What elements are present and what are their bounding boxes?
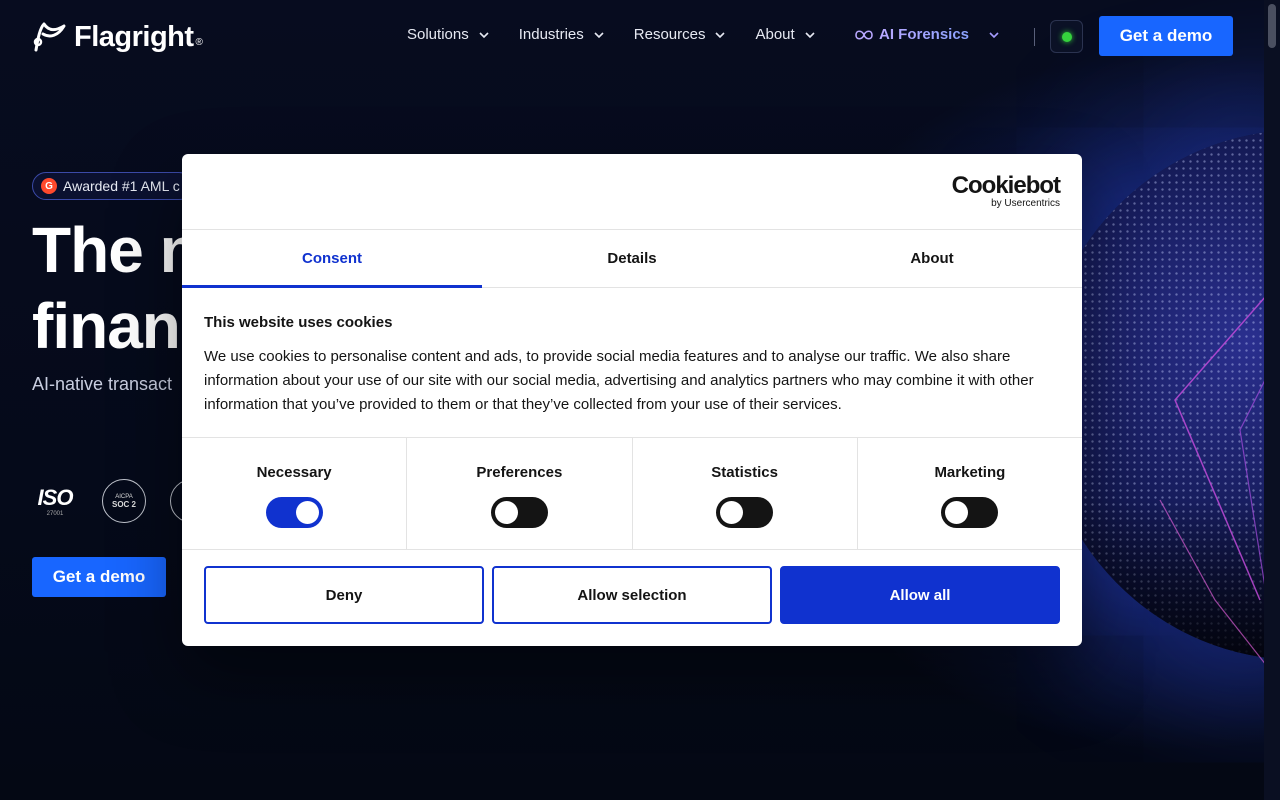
deny-button[interactable]: Deny xyxy=(204,566,484,624)
soc2-badge: AICPA SOC 2 xyxy=(102,479,146,523)
ai-forensics-label: AI Forensics xyxy=(879,26,970,43)
category-label: Necessary xyxy=(256,464,332,481)
iso-year: 27001 xyxy=(46,511,64,517)
nav-label: Resources xyxy=(633,26,706,43)
nav-industries[interactable]: Industries xyxy=(519,26,604,43)
g2-icon: G xyxy=(41,178,57,194)
tab-consent[interactable]: Consent xyxy=(182,230,482,288)
iso-certification-badge: ISO 27001 xyxy=(32,478,78,524)
category-label: Marketing xyxy=(934,464,1006,481)
consent-categories: Necessary Preferences Statistics Marketi… xyxy=(182,438,1082,550)
brand-logo[interactable]: Flagright ® xyxy=(32,20,203,54)
infinity-icon xyxy=(855,29,873,40)
necessary-toggle[interactable] xyxy=(265,497,323,528)
system-status-indicator[interactable] xyxy=(1050,20,1083,53)
hero-title-line-2: finan xyxy=(32,290,181,362)
marketing-toggle[interactable] xyxy=(941,497,999,528)
category-label: Preferences xyxy=(476,464,563,481)
toggle-knob xyxy=(720,501,744,524)
category-necessary: Necessary xyxy=(182,438,408,549)
get-demo-button-header[interactable]: Get a demo xyxy=(1099,16,1233,56)
brand-name: Flagright xyxy=(74,20,194,53)
cookiebot-name: Cookiebot xyxy=(951,172,1061,199)
hero-title-line-1: The n xyxy=(32,214,199,286)
page-scrollbar[interactable] xyxy=(1264,0,1280,800)
chevron-down-icon xyxy=(715,31,726,38)
nav-label: About xyxy=(755,26,795,43)
tab-details[interactable]: Details xyxy=(482,230,782,287)
dialog-actions: Deny Allow selection Allow all xyxy=(182,550,1082,640)
iso-label: ISO xyxy=(37,485,74,510)
toggle-knob xyxy=(295,501,319,524)
main-nav: Solutions Industries Resources About xyxy=(407,26,845,43)
chevron-down-icon xyxy=(594,31,604,38)
dialog-description: We use cookies to personalise content an… xyxy=(204,348,1034,413)
get-demo-button-hero[interactable]: Get a demo xyxy=(32,557,166,597)
nav-ai-forensics[interactable]: AI Forensics xyxy=(855,26,999,43)
nav-resources[interactable]: Resources xyxy=(634,26,726,43)
nav-label: Solutions xyxy=(407,26,469,43)
award-text: Awarded #1 AML c xyxy=(63,178,180,194)
site-header: Flagright ® Solutions Industries Resourc… xyxy=(0,0,1264,72)
dialog-header: Cookiebot by Usercentrics xyxy=(182,154,1082,230)
dialog-body: This website uses cookies We use cookies… xyxy=(182,288,1082,438)
hero-title: The n finan xyxy=(32,212,199,364)
dialog-tabs: Consent Details About xyxy=(182,230,1082,288)
nav-solutions[interactable]: Solutions xyxy=(407,26,489,43)
chevron-down-icon xyxy=(805,31,815,38)
header-divider xyxy=(1034,28,1035,46)
category-statistics: Statistics xyxy=(633,438,858,549)
brand-registered-mark: ® xyxy=(195,36,203,48)
scrollbar-thumb[interactable] xyxy=(1268,4,1276,48)
cookiebot-subtitle: by Usercentrics xyxy=(991,198,1060,209)
allow-all-button[interactable]: Allow all xyxy=(780,566,1060,624)
nav-label: Industries xyxy=(518,26,584,43)
dialog-heading: This website uses cookies xyxy=(204,314,393,331)
statistics-toggle[interactable] xyxy=(716,497,774,528)
soc2-label: SOC 2 xyxy=(111,499,136,509)
toggle-knob xyxy=(494,501,518,524)
flagright-logo-icon xyxy=(33,22,66,52)
allow-selection-button[interactable]: Allow selection xyxy=(492,566,772,624)
status-dot xyxy=(1061,31,1072,42)
toggle-knob xyxy=(945,501,969,524)
preferences-toggle[interactable] xyxy=(490,497,548,528)
cookiebot-logo: Cookiebot by Usercentrics xyxy=(951,172,1061,210)
nav-about[interactable]: About xyxy=(755,26,815,43)
category-label: Statistics xyxy=(711,464,778,481)
category-preferences: Preferences xyxy=(407,438,633,549)
award-badge[interactable]: G Awarded #1 AML c xyxy=(32,172,193,200)
tab-about[interactable]: About xyxy=(782,230,1082,287)
hero-subtitle: AI-native transact xyxy=(32,374,173,394)
chevron-down-icon xyxy=(479,31,489,38)
chevron-down-icon xyxy=(989,31,999,38)
cookie-consent-dialog: Cookiebot by Usercentrics Consent Detail… xyxy=(182,154,1082,646)
category-marketing: Marketing xyxy=(858,438,1082,549)
